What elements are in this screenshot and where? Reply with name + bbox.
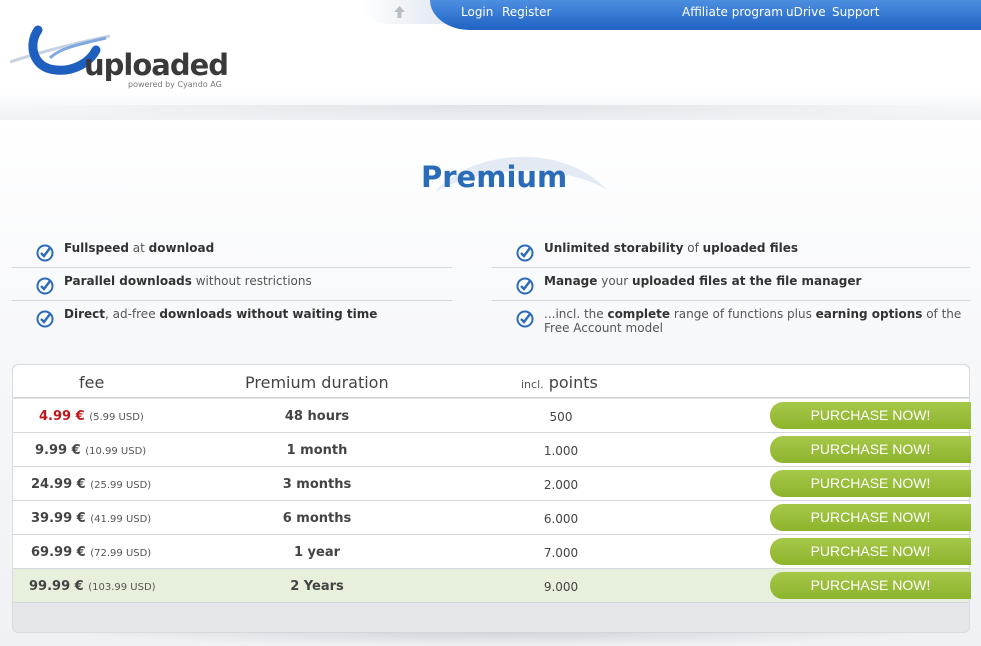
fee-cell: 69.99 € (72.99 USD) xyxy=(31,545,152,560)
table-row: 24.99 € (25.99 USD) 3 months 2.000 PURCH… xyxy=(13,467,971,501)
purchase-button[interactable]: PURCHASE NOW! xyxy=(770,436,971,463)
table-row: 9.99 € (10.99 USD) 1 month 1.000 PURCHAS… xyxy=(13,433,971,467)
fee-cell: 39.99 € (41.99 USD) xyxy=(31,511,152,526)
check-icon xyxy=(516,277,534,295)
fee-cell: 4.99 € (5.99 USD) xyxy=(39,409,144,424)
duration-cell: 6 months xyxy=(282,511,352,526)
table-row: 4.99 € (5.99 USD) 48 hours 500 PURCHASE … xyxy=(13,399,971,433)
logo-subtitle: powered by Cyando AG xyxy=(128,80,222,89)
feature-item: Fullspeed at download xyxy=(12,235,452,268)
nav-register-link[interactable]: Register xyxy=(502,5,551,19)
purchase-button[interactable]: PURCHASE NOW! xyxy=(770,504,971,531)
feature-text: ...incl. the complete range of functions… xyxy=(544,307,962,335)
page-title: Premium xyxy=(421,160,568,194)
nav-login-link[interactable]: Login xyxy=(461,5,493,19)
check-icon xyxy=(36,244,54,262)
points-cell: 6.000 xyxy=(543,512,579,526)
feature-item: Unlimited storability of uploaded files xyxy=(492,235,970,268)
table-row: 39.99 € (41.99 USD) 6 months 6.000 PURCH… xyxy=(13,501,971,535)
feature-text: Fullspeed at download xyxy=(64,241,215,255)
points-cell: 500 xyxy=(549,410,573,424)
fee-cell: 99.99 € (103.99 USD) xyxy=(29,579,156,594)
column-header-points: incl. points xyxy=(521,373,598,392)
feature-item: Manage your uploaded files at the file m… xyxy=(492,268,970,301)
feature-text: Unlimited storability of uploaded files xyxy=(544,241,798,255)
purchase-button[interactable]: PURCHASE NOW! xyxy=(770,538,971,565)
feature-text: Manage your uploaded files at the file m… xyxy=(544,274,862,288)
nav-udrive-link[interactable]: uDrive xyxy=(786,5,826,19)
check-icon xyxy=(516,244,534,262)
table-row: 99.99 € (103.99 USD) 2 Years 9.000 PURCH… xyxy=(13,569,971,603)
purchase-button[interactable]: PURCHASE NOW! xyxy=(770,572,971,599)
duration-cell: 1 year xyxy=(293,545,341,560)
table-header: fee Premium duration incl. points xyxy=(13,365,969,398)
points-cell: 9.000 xyxy=(543,580,579,594)
duration-cell: 48 hours xyxy=(284,409,350,424)
check-icon xyxy=(516,310,534,328)
table-row: 69.99 € (72.99 USD) 1 year 7.000 PURCHAS… xyxy=(13,535,971,569)
purchase-button[interactable]: PURCHASE NOW! xyxy=(770,470,971,497)
fee-cell: 9.99 € (10.99 USD) xyxy=(35,443,147,458)
duration-cell: 3 months xyxy=(282,477,352,492)
logo-wordmark: uploaded xyxy=(84,48,229,82)
check-icon xyxy=(36,277,54,295)
duration-cell: 2 Years xyxy=(290,579,344,594)
fee-cell: 24.99 € (25.99 USD) xyxy=(31,477,152,492)
feature-text: Parallel downloads without restrictions xyxy=(64,274,312,288)
column-header-fee: fee xyxy=(79,373,105,392)
duration-cell: 1 month xyxy=(286,443,348,458)
points-cell: 1.000 xyxy=(543,444,579,458)
feature-text: Direct, ad-free downloads without waitin… xyxy=(64,307,378,321)
nav-affiliate-link[interactable]: Affiliate program xyxy=(682,5,783,19)
column-header-duration: Premium duration xyxy=(245,373,389,392)
pricing-table: fee Premium duration incl. points 4.99 €… xyxy=(12,364,971,633)
points-cell: 2.000 xyxy=(543,478,579,492)
up-arrow-icon[interactable] xyxy=(393,5,406,20)
points-cell: 7.000 xyxy=(543,546,579,560)
purchase-button[interactable]: PURCHASE NOW! xyxy=(770,402,971,429)
table-shadow xyxy=(60,632,940,646)
nav-support-link[interactable]: Support xyxy=(832,5,879,19)
feature-item: Direct, ad-free downloads without waitin… xyxy=(12,301,452,334)
check-icon xyxy=(36,310,54,328)
feature-item: Parallel downloads without restrictions xyxy=(12,268,452,301)
feature-item: ...incl. the complete range of functions… xyxy=(492,301,970,335)
